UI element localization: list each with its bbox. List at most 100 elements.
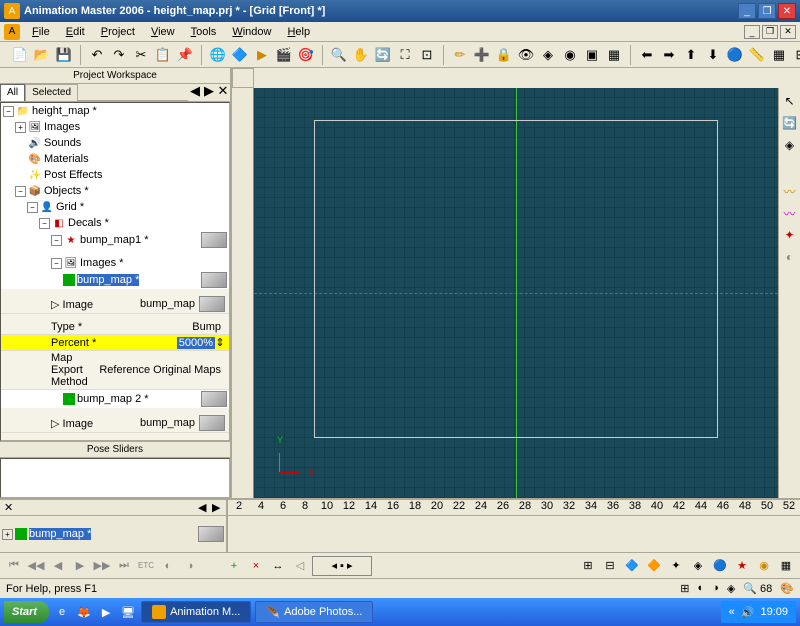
tree-toggle[interactable]: − <box>51 235 62 246</box>
ruler-vertical[interactable] <box>232 88 254 498</box>
grid-button[interactable]: ▦ <box>769 45 789 65</box>
curve3-button[interactable]: ✦ <box>781 226 799 244</box>
zoom-button[interactable]: 🔍 <box>329 45 349 65</box>
tree-toggle[interactable]: − <box>15 186 26 197</box>
view3-button[interactable]: 🔷 <box>622 556 642 576</box>
nav2-button[interactable]: ➡ <box>659 45 679 65</box>
tab-selected[interactable]: Selected <box>25 84 78 101</box>
lock-button[interactable]: 🔒 <box>494 45 514 65</box>
prop-mem-value[interactable]: Reference Original Maps <box>99 364 225 376</box>
tree-bumpmap1[interactable]: bump_map1 * <box>80 234 149 246</box>
key-move-button[interactable]: ↔ <box>268 556 288 576</box>
nav1-button[interactable]: ⬅ <box>637 45 657 65</box>
paste-button[interactable]: 📌 <box>175 45 195 65</box>
play-prev-button[interactable]: ◀◀ <box>26 556 46 576</box>
menu-help[interactable]: Help <box>279 24 318 40</box>
tree-posteffects[interactable]: Post Effects <box>44 169 103 181</box>
nav4-button[interactable]: ⬇ <box>703 45 723 65</box>
tl-arrow-left[interactable]: ◀ <box>198 501 212 514</box>
grid-object-outline[interactable] <box>314 120 718 438</box>
project-tree[interactable]: −📁height_map * +🖼Images 🔊Sounds 🎨Materia… <box>0 102 230 441</box>
view4-button[interactable]: 🔶 <box>644 556 664 576</box>
task-animation-master[interactable]: Animation M... <box>141 601 251 623</box>
play-first-button[interactable]: ⏮ <box>4 556 24 576</box>
tree-grid[interactable]: Grid * <box>56 201 84 213</box>
timeline-ruler[interactable]: 2468101214161820222426283032343638404244… <box>228 500 800 516</box>
view8-button[interactable]: ★ <box>732 556 752 576</box>
mdi-close-button[interactable]: ✕ <box>780 25 796 39</box>
cursor-tool-button[interactable]: ↖ <box>781 92 799 110</box>
tree-toggle[interactable]: − <box>51 258 62 269</box>
tab-all[interactable]: All <box>0 84 25 101</box>
tool4-button[interactable]: ▦ <box>604 45 624 65</box>
tool2-button[interactable]: ◉ <box>560 45 580 65</box>
menu-window[interactable]: Window <box>224 24 279 40</box>
tl-item-label[interactable]: bump_map * <box>29 528 91 540</box>
measure-button[interactable]: 📏 <box>747 45 767 65</box>
view2-button[interactable]: ⊟ <box>600 556 620 576</box>
timeline-track[interactable] <box>228 516 800 552</box>
tree-toggle[interactable]: − <box>3 106 14 117</box>
curve2-button[interactable]: 〰 <box>781 204 799 222</box>
tree-toggle[interactable]: − <box>27 202 38 213</box>
hide-button[interactable]: 👁 <box>516 45 536 65</box>
tl-toggle[interactable]: + <box>2 529 13 540</box>
menu-view[interactable]: View <box>143 24 183 40</box>
move-button[interactable]: ✋ <box>351 45 371 65</box>
menu-edit[interactable]: Edit <box>58 24 93 40</box>
play-next-button[interactable]: ▶▶ <box>92 556 112 576</box>
view1-button[interactable]: ⊞ <box>578 556 598 576</box>
minimize-button[interactable]: _ <box>738 3 756 19</box>
tl-close-button[interactable]: ✕ <box>0 501 17 514</box>
tl-opt1-button[interactable]: ◐ <box>158 556 178 576</box>
view7-button[interactable]: 🔵 <box>710 556 730 576</box>
tool3-button[interactable]: ▣ <box>582 45 602 65</box>
play-back-button[interactable]: ◀ <box>48 556 68 576</box>
tree-images[interactable]: Images <box>44 121 80 133</box>
new-button[interactable]: 📄 <box>10 45 30 65</box>
ql-wmp-icon[interactable]: ▶ <box>97 603 115 621</box>
key-prev-button[interactable]: ◁ <box>290 556 310 576</box>
tl-arrow-right[interactable]: ▶ <box>212 501 226 514</box>
tree-bumpmap2[interactable]: bump_map 2 * <box>77 393 149 405</box>
ql-firefox-icon[interactable]: 🦊 <box>75 603 93 621</box>
scale-tool-button[interactable]: ◈ <box>781 136 799 154</box>
redo-button[interactable]: ↷ <box>109 45 129 65</box>
mdi-restore-button[interactable]: ❐ <box>762 25 778 39</box>
edit-button[interactable]: ✏ <box>450 45 470 65</box>
tray-icon[interactable]: 🔊 <box>741 606 755 619</box>
system-tray[interactable]: « 🔊 19:09 <box>721 601 796 623</box>
tree-bumpmap-sel[interactable]: bump_map * <box>77 274 139 286</box>
snap-button[interactable]: ⊞ <box>791 45 800 65</box>
tray-arrow-icon[interactable]: « <box>729 606 735 618</box>
chor-button[interactable]: 🎬 <box>274 45 294 65</box>
save-button[interactable]: 💾 <box>54 45 74 65</box>
render-button[interactable]: 🎯 <box>296 45 316 65</box>
nav5-button[interactable]: 🔵 <box>725 45 745 65</box>
play-last-button[interactable]: ⏭ <box>114 556 134 576</box>
turn-button[interactable]: 🔄 <box>373 45 393 65</box>
copy-button[interactable]: 📋 <box>153 45 173 65</box>
range-button[interactable]: ◂ ▪ ▸ <box>312 556 372 576</box>
add-button[interactable]: ➕ <box>472 45 492 65</box>
stepper-icon[interactable]: ⇕ <box>215 336 225 349</box>
tree-sounds[interactable]: Sounds <box>44 137 81 149</box>
zoom-sel-button[interactable]: ⊡ <box>417 45 437 65</box>
pws-arrow-left[interactable]: ◀ <box>188 84 202 98</box>
view5-button[interactable]: ✦ <box>666 556 686 576</box>
pws-close[interactable]: ✕ <box>216 84 230 98</box>
ql-ie-icon[interactable]: e <box>53 603 71 621</box>
curve4-button[interactable]: ◐ <box>781 248 799 266</box>
tree-materials[interactable]: Materials <box>44 153 89 165</box>
open-button[interactable]: 📂 <box>32 45 52 65</box>
view6-button[interactable]: ◈ <box>688 556 708 576</box>
mdi-minimize-button[interactable]: _ <box>744 25 760 39</box>
tray-clock[interactable]: 19:09 <box>760 606 788 618</box>
key-add-button[interactable]: + <box>224 556 244 576</box>
close-button[interactable]: ✕ <box>778 3 796 19</box>
menu-tools[interactable]: Tools <box>183 24 225 40</box>
prop-percent-input[interactable]: 5000% <box>177 337 215 349</box>
tree-images2[interactable]: Images * <box>80 257 123 269</box>
tree-toggle[interactable]: + <box>15 122 26 133</box>
etc-button[interactable]: ETC <box>136 556 156 576</box>
